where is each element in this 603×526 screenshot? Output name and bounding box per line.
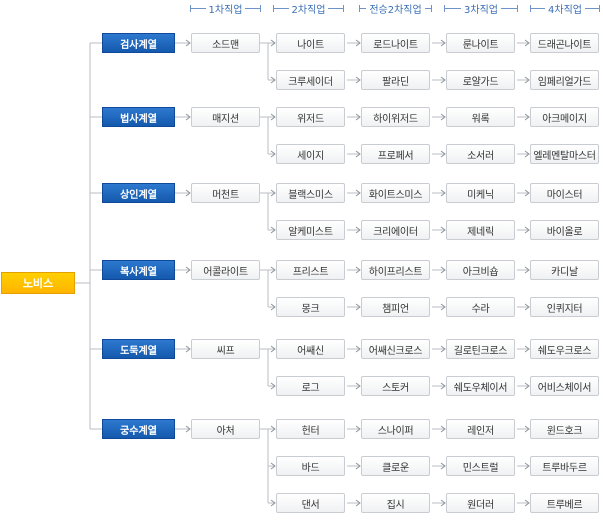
transcendent-second-job-node[interactable]: 크리에이터	[361, 220, 430, 240]
fourth-job-node[interactable]: 카디날	[530, 260, 599, 280]
third-job-node[interactable]: 소서러	[446, 144, 515, 164]
fourth-job-node[interactable]: 임페리얼가드	[530, 70, 599, 90]
third-job-node[interactable]: 레인저	[446, 419, 515, 439]
transcendent-second-job-node[interactable]: 화이트스미스	[361, 183, 430, 203]
job-group-label[interactable]: 복사계열	[102, 260, 175, 280]
second-job-node[interactable]: 블랙스미스	[276, 183, 345, 203]
second-job-node[interactable]: 몽크	[276, 297, 345, 317]
transcendent-second-job-node[interactable]: 어쌔신크로스	[361, 339, 430, 359]
second-job-node[interactable]: 헌터	[276, 419, 345, 439]
tier-header-label: 4차직업	[545, 0, 585, 16]
transcendent-second-job-node[interactable]: 하이프리스트	[361, 260, 430, 280]
third-job-node[interactable]: 미케닉	[446, 183, 515, 203]
transcendent-second-job-node[interactable]: 프로페서	[361, 144, 430, 164]
fourth-job-node[interactable]: 마이스터	[530, 183, 599, 203]
transcendent-second-job-node[interactable]: 하이위저드	[361, 107, 430, 127]
fourth-job-node[interactable]: 인퀴지터	[530, 297, 599, 317]
tier-header: 2차직업	[273, 0, 344, 16]
tier-header: 전승2차직업	[359, 0, 432, 16]
fourth-job-node[interactable]: 드래곤나이트	[530, 33, 599, 53]
transcendent-second-job-node[interactable]: 클로운	[361, 456, 430, 476]
tier-header: 3차직업	[444, 0, 518, 16]
job-group-label[interactable]: 검사계열	[102, 33, 175, 53]
third-job-node[interactable]: 민스트럴	[446, 456, 515, 476]
fourth-job-node[interactable]: 어비스체이서	[530, 376, 599, 396]
second-job-node[interactable]: 로그	[276, 376, 345, 396]
first-job-node[interactable]: 아처	[191, 419, 260, 439]
tier-header: 4차직업	[530, 0, 600, 16]
third-job-node[interactable]: 쉐도우체이서	[446, 376, 515, 396]
job-group-label[interactable]: 상인계열	[102, 183, 175, 203]
third-job-node[interactable]: 제네릭	[446, 220, 515, 240]
second-job-node[interactable]: 알케미스트	[276, 220, 345, 240]
tier-header-label: 1차직업	[205, 0, 246, 16]
third-job-node[interactable]: 아크비숍	[446, 260, 515, 280]
third-job-node[interactable]: 길로틴크로스	[446, 339, 515, 359]
transcendent-second-job-node[interactable]: 스토커	[361, 376, 430, 396]
transcendent-second-job-node[interactable]: 스나이퍼	[361, 419, 430, 439]
second-job-node[interactable]: 나이트	[276, 33, 345, 53]
tier-header: 1차직업	[190, 0, 261, 16]
transcendent-second-job-node[interactable]: 로드나이트	[361, 33, 430, 53]
second-job-node[interactable]: 어쌔신	[276, 339, 345, 359]
fourth-job-node[interactable]: 트루바두르	[530, 456, 599, 476]
fourth-job-node[interactable]: 윈드호크	[530, 419, 599, 439]
transcendent-second-job-node[interactable]: 팔라딘	[361, 70, 430, 90]
first-job-node[interactable]: 씨프	[191, 339, 260, 359]
fourth-job-node[interactable]: 바이올로	[530, 220, 599, 240]
fourth-job-node[interactable]: 아크메이지	[530, 107, 599, 127]
first-job-node[interactable]: 매지션	[191, 107, 260, 127]
job-group-label[interactable]: 궁수계열	[102, 419, 175, 439]
first-job-node[interactable]: 어콜라이트	[191, 260, 260, 280]
transcendent-second-job-node[interactable]: 집시	[361, 493, 430, 513]
second-job-node[interactable]: 댄서	[276, 493, 345, 513]
third-job-node[interactable]: 룬나이트	[446, 33, 515, 53]
fourth-job-node[interactable]: 트루베르	[530, 493, 599, 513]
third-job-node[interactable]: 워록	[446, 107, 515, 127]
second-job-node[interactable]: 위저드	[276, 107, 345, 127]
second-job-node[interactable]: 프리스트	[276, 260, 345, 280]
tier-header-label: 전승2차직업	[366, 0, 425, 16]
first-job-node[interactable]: 소드맨	[191, 33, 260, 53]
fourth-job-node[interactable]: 엘레멘탈마스터	[530, 144, 599, 164]
third-job-node[interactable]: 로얄가드	[446, 70, 515, 90]
third-job-node[interactable]: 원더러	[446, 493, 515, 513]
second-job-node[interactable]: 크루세이더	[276, 70, 345, 90]
job-group-label[interactable]: 법사계열	[102, 107, 175, 127]
second-job-node[interactable]: 바드	[276, 456, 345, 476]
transcendent-second-job-node[interactable]: 챔피언	[361, 297, 430, 317]
third-job-node[interactable]: 수라	[446, 297, 515, 317]
tier-header-label: 2차직업	[288, 0, 329, 16]
fourth-job-node[interactable]: 쉐도우크로스	[530, 339, 599, 359]
second-job-node[interactable]: 세이지	[276, 144, 345, 164]
job-group-label[interactable]: 도둑계열	[102, 339, 175, 359]
tier-header-label: 3차직업	[461, 0, 501, 16]
first-job-node[interactable]: 머천트	[191, 183, 260, 203]
novice-root-node: 노비스	[1, 272, 75, 294]
